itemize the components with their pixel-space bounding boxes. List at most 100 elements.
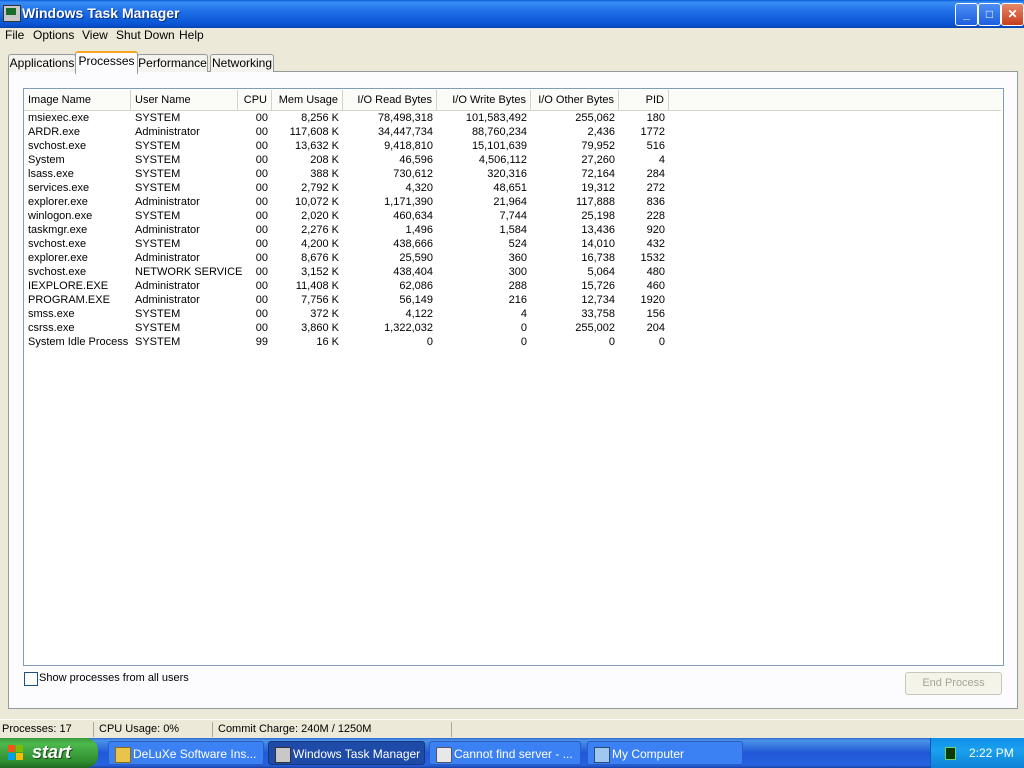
cell-image-name: System bbox=[28, 154, 65, 166]
cell-pid: 156 bbox=[646, 308, 665, 320]
cell-cpu: 00 bbox=[255, 182, 268, 194]
cell-io-read-bytes: 46,596 bbox=[399, 154, 433, 166]
table-row[interactable]: PROGRAM.EXE Administrator 00 7,756 K 56,149 2… bbox=[24, 293, 684, 307]
taskbar: start DeLuXe Software Ins... Windows Tas… bbox=[0, 738, 1024, 768]
cell-io-write-bytes: 4,506,112 bbox=[478, 154, 527, 166]
table-row[interactable]: explorer.exe Administrator 00 8,676 K 25,590… bbox=[24, 251, 684, 265]
cpu-usage-tray-icon[interactable] bbox=[945, 747, 956, 760]
cell-pid: 272 bbox=[646, 182, 665, 194]
menu-help[interactable]: Help bbox=[179, 28, 204, 42]
cell-image-name: IEXPLORE.EXE bbox=[28, 280, 109, 292]
minimize-button[interactable]: _ bbox=[955, 3, 978, 26]
column-header-io-other-bytes[interactable]: I/O Other Bytes bbox=[531, 90, 619, 110]
cell-mem-usage: 208 K bbox=[310, 154, 339, 166]
table-row[interactable]: svchost.exe SYSTEM 00 4,200 K 438,666 524 14,0… bbox=[24, 237, 684, 251]
cell-mem-usage: 8,676 K bbox=[301, 252, 339, 264]
table-row[interactable]: msiexec.exe SYSTEM 00 8,256 K 78,498,318 101,… bbox=[24, 111, 684, 125]
cell-io-other-bytes: 19,312 bbox=[581, 182, 615, 194]
cell-io-other-bytes: 14,010 bbox=[581, 238, 615, 250]
cell-user-name: SYSTEM bbox=[135, 308, 181, 320]
column-header-pid[interactable]: PID bbox=[619, 90, 669, 110]
end-process-button[interactable]: End Process bbox=[905, 672, 1002, 695]
taskbar-item-my-computer[interactable]: My Computer bbox=[587, 741, 743, 765]
cell-image-name: svchost.exe bbox=[28, 238, 87, 250]
column-header-image-name[interactable]: Image Name bbox=[24, 90, 131, 110]
close-button[interactable]: ✕ bbox=[1001, 3, 1024, 26]
cell-io-other-bytes: 72,164 bbox=[581, 168, 615, 180]
column-header-cpu[interactable]: CPU bbox=[238, 90, 272, 110]
taskbar-item-task-manager[interactable]: Windows Task Manager bbox=[268, 741, 425, 765]
cell-image-name: services.exe bbox=[28, 182, 90, 194]
menu-options[interactable]: Options bbox=[33, 28, 74, 42]
taskbar-item-internet-explorer[interactable]: Cannot find server - ... bbox=[429, 741, 581, 765]
cell-io-other-bytes: 2,436 bbox=[587, 126, 615, 138]
tab-applications[interactable]: Applications bbox=[8, 54, 76, 72]
column-header-mem-usage[interactable]: Mem Usage bbox=[272, 90, 343, 110]
cell-mem-usage: 16 K bbox=[316, 336, 339, 348]
status-commit-charge: Commit Charge: 240M / 1250M bbox=[216, 722, 452, 737]
table-row[interactable]: svchost.exe SYSTEM 00 13,632 K 9,418,810 15,1… bbox=[24, 139, 684, 153]
cell-io-read-bytes: 4,320 bbox=[405, 182, 433, 194]
cell-user-name: NETWORK SERVICE bbox=[135, 266, 243, 278]
table-row[interactable]: IEXPLORE.EXE Administrator 00 11,408 K 62,08… bbox=[24, 279, 684, 293]
show-all-users-checkbox[interactable] bbox=[24, 672, 38, 686]
cell-io-other-bytes: 13,436 bbox=[581, 224, 615, 236]
taskbar-item-installer[interactable]: DeLuXe Software Ins... bbox=[108, 741, 264, 765]
column-header-user-name[interactable]: User Name bbox=[131, 90, 238, 110]
table-row[interactable]: services.exe SYSTEM 00 2,792 K 4,320 48,651 19… bbox=[24, 181, 684, 195]
maximize-button[interactable]: □ bbox=[978, 3, 1001, 26]
cell-mem-usage: 10,072 K bbox=[294, 196, 339, 208]
process-list[interactable]: Image Name User Name CPU Mem Usage I/O Read … bbox=[23, 88, 1004, 666]
internet-explorer-icon bbox=[436, 747, 452, 763]
taskbar-item-label: Cannot find server - ... bbox=[454, 747, 573, 761]
cell-pid: 4 bbox=[658, 154, 665, 166]
cell-user-name: SYSTEM bbox=[135, 154, 181, 166]
tab-processes[interactable]: Processes bbox=[75, 51, 138, 74]
table-row[interactable]: System SYSTEM 00 208 K 46,596 4,506,112 27,260… bbox=[24, 153, 684, 167]
cell-io-read-bytes: 1,496 bbox=[405, 224, 433, 236]
cell-user-name: Administrator bbox=[135, 252, 200, 264]
table-row[interactable]: explorer.exe Administrator 00 10,072 K 1,171… bbox=[24, 195, 684, 209]
cell-image-name: svchost.exe bbox=[28, 140, 87, 152]
title-bar[interactable]: Windows Task Manager _ □ ✕ bbox=[0, 0, 1024, 28]
cell-pid: 480 bbox=[646, 266, 665, 278]
cell-io-write-bytes: 360 bbox=[508, 252, 527, 264]
menu-view[interactable]: View bbox=[82, 28, 108, 42]
cell-image-name: taskmgr.exe bbox=[28, 224, 88, 236]
status-bar: Processes: 17 CPU Usage: 0% Commit Charg… bbox=[0, 719, 1024, 738]
menu-file[interactable]: File bbox=[5, 28, 24, 42]
tab-networking[interactable]: Networking bbox=[210, 54, 274, 72]
cell-mem-usage: 2,792 K bbox=[301, 182, 339, 194]
column-header-io-write-bytes[interactable]: I/O Write Bytes bbox=[437, 90, 531, 110]
table-row[interactable]: ARDR.exe Administrator 00 117,608 K 34,447,7… bbox=[24, 125, 684, 139]
list-header: Image Name User Name CPU Mem Usage I/O Read … bbox=[24, 90, 1001, 111]
column-header-io-read-bytes[interactable]: I/O Read Bytes bbox=[343, 90, 437, 110]
cell-io-read-bytes: 438,404 bbox=[393, 266, 433, 278]
cell-image-name: explorer.exe bbox=[28, 252, 88, 264]
cell-io-read-bytes: 78,498,318 bbox=[377, 112, 433, 124]
cell-user-name: SYSTEM bbox=[135, 238, 181, 250]
table-row[interactable]: csrss.exe SYSTEM 00 3,860 K 1,322,032 0 255,00… bbox=[24, 321, 684, 335]
cell-io-other-bytes: 255,062 bbox=[575, 112, 615, 124]
table-row[interactable]: taskmgr.exe Administrator 00 2,276 K 1,496 1,… bbox=[24, 223, 684, 237]
table-row[interactable]: svchost.exe NETWORK SERVICE 00 3,152 K 438,4… bbox=[24, 265, 684, 279]
system-tray: 2:22 PM bbox=[930, 738, 1024, 768]
cell-io-write-bytes: 300 bbox=[508, 266, 527, 278]
cell-io-write-bytes: 48,651 bbox=[493, 182, 527, 194]
table-row[interactable]: lsass.exe SYSTEM 00 388 K 730,612 320,316 72,1… bbox=[24, 167, 684, 181]
tab-performance[interactable]: Performance bbox=[137, 54, 208, 72]
cell-io-write-bytes: 524 bbox=[508, 238, 527, 250]
cell-pid: 1532 bbox=[640, 252, 665, 264]
cell-image-name: csrss.exe bbox=[28, 322, 75, 334]
menu-shut-down[interactable]: Shut Down bbox=[116, 28, 175, 42]
cell-user-name: Administrator bbox=[135, 196, 200, 208]
start-button[interactable]: start bbox=[0, 738, 98, 768]
show-all-users-label[interactable]: Show processes from all users bbox=[39, 672, 189, 684]
menu-bar: File Options View Shut Down Help bbox=[0, 28, 1024, 46]
table-row[interactable]: smss.exe SYSTEM 00 372 K 4,122 4 33,758 156 bbox=[24, 307, 684, 321]
cell-io-other-bytes: 5,064 bbox=[587, 266, 615, 278]
table-row[interactable]: System Idle Process SYSTEM 99 16 K 0 0 0 0 bbox=[24, 335, 684, 349]
table-row[interactable]: winlogon.exe SYSTEM 00 2,020 K 460,634 7,744 2… bbox=[24, 209, 684, 223]
cell-mem-usage: 388 K bbox=[310, 168, 339, 180]
cell-user-name: SYSTEM bbox=[135, 112, 181, 124]
